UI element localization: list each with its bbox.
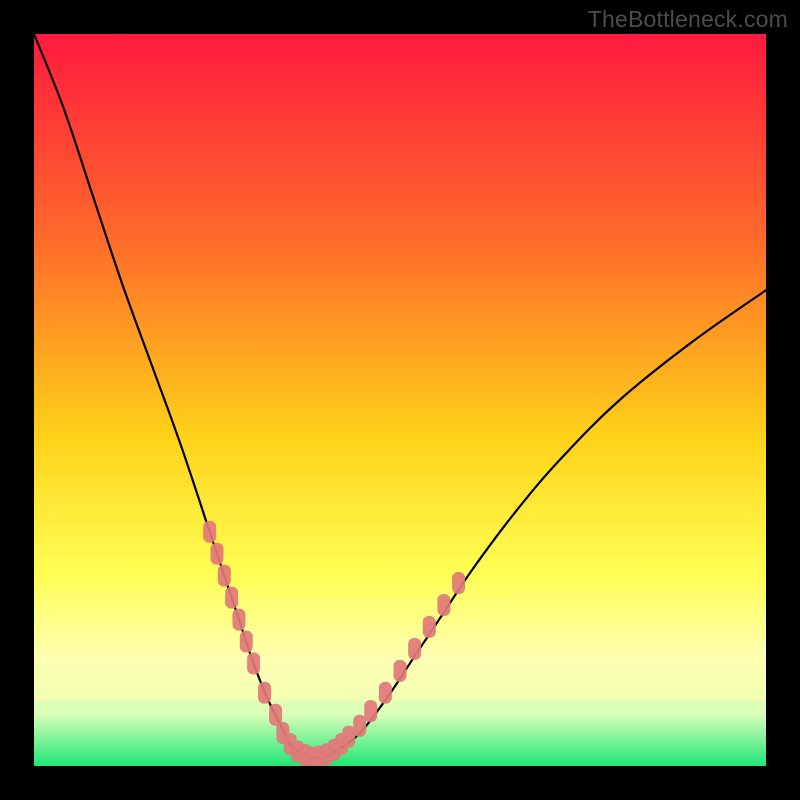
data-marker xyxy=(379,682,392,704)
data-marker xyxy=(437,594,450,616)
chart-frame: TheBottleneck.com xyxy=(0,0,800,800)
data-marker xyxy=(247,653,260,675)
data-marker xyxy=(232,609,245,631)
data-marker xyxy=(408,638,421,660)
chart-svg xyxy=(34,34,766,766)
data-marker xyxy=(211,543,224,565)
watermark-text: TheBottleneck.com xyxy=(588,6,788,33)
data-marker xyxy=(394,660,407,682)
data-marker xyxy=(269,704,282,726)
data-marker xyxy=(240,631,253,653)
data-marker xyxy=(258,682,271,704)
plot-area xyxy=(34,34,766,766)
data-marker xyxy=(203,521,216,543)
data-marker xyxy=(218,565,231,587)
data-marker xyxy=(353,715,366,737)
data-marker xyxy=(452,572,465,594)
data-marker xyxy=(225,587,238,609)
data-marker xyxy=(423,616,436,638)
data-marker xyxy=(364,700,377,722)
